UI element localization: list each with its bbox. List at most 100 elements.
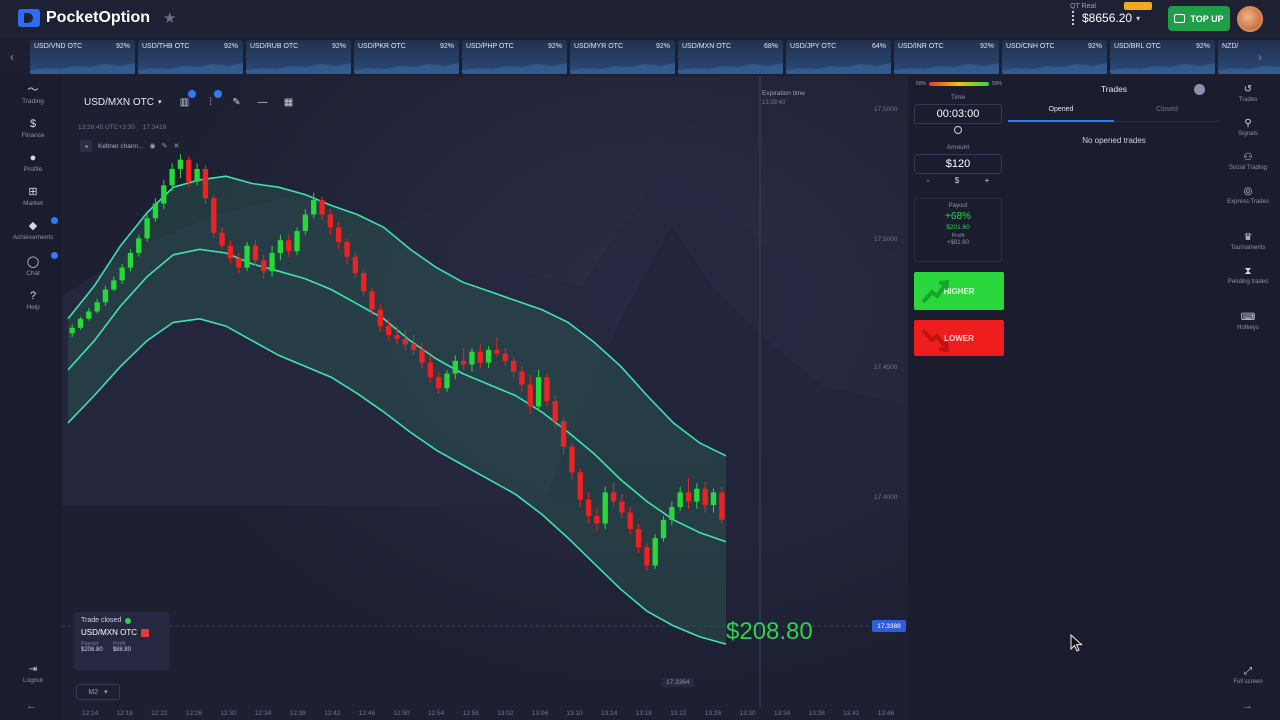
avatar[interactable] [1237,6,1263,32]
amount-value: $120 [945,158,971,170]
asset-sparkline [354,63,459,74]
close-icon[interactable]: ✕ [174,142,180,150]
indicator-row: ◂ Keltner chann... ◉ ✎ ✕ [80,140,179,152]
collapse-arrow-icon[interactable]: ← [26,700,37,712]
asset-tile[interactable]: USD/THB OTC 92% [138,40,243,74]
edit-icon[interactable]: ✎ [162,142,168,150]
asset-payout: 92% [331,43,346,50]
asset-tile[interactable]: USD/BRL OTC 92% [1110,40,1215,74]
bear-candle [419,349,425,363]
chart-type-button[interactable]: ▥ [176,90,196,111]
trade-closed-card[interactable]: Trade closed USD/MXN OTC Payout $208.80 … [74,612,170,670]
fullscreen-button[interactable]: ⤢ Full screen [1220,666,1276,685]
amount-currency-button[interactable]: $ [955,176,959,188]
asset-tile[interactable]: USD/MYR OTC 92% [570,40,675,74]
clock-icon[interactable] [954,126,962,134]
asset-tile[interactable]: USD/INR OTC 92% [894,40,999,74]
nav-item-market[interactable]: ⊞ Market [0,186,66,207]
bull-candle [144,218,150,239]
bear-candle [336,227,342,242]
bear-candle [219,232,225,246]
notification-badge [187,90,196,98]
server-time: 13:26:45 UTC+3:30 [78,124,135,131]
chart-area[interactable]: USD/MXN OTC ▾ ▥ ⫶ ✎ — ▦ 13:26:45 UTC+3:3 [62,76,908,720]
topup-label: TOP UP [1190,13,1224,24]
bull-candle [94,302,100,312]
right-nav-pending-trades[interactable]: ⧗ Pending trades [1220,266,1276,286]
tab-opened[interactable]: Opened [1008,106,1114,122]
asset-tile[interactable]: USD/VND OTC 92% [30,40,135,74]
asset-payout: 68% [763,43,778,50]
bull-candle [77,318,84,328]
time-field[interactable]: 00:03:00 [914,104,1002,124]
time-tick: 13:02 [497,710,514,717]
expiration-label: Expiration time [762,90,805,97]
amount-minus-button[interactable]: - [927,176,930,188]
asset-tile[interactable]: USD/CNH OTC 92% [1002,40,1107,74]
time-tick: 12:34 [255,710,272,717]
bear-candle [427,362,433,378]
time-value: 00:03:00 [936,108,980,120]
favorite-star-icon[interactable]: ★ [163,9,176,27]
bull-candle [69,327,75,334]
collapse-icon[interactable]: ◂ [80,140,92,152]
pair-selector[interactable]: USD/MXN OTC ▾ [78,95,168,110]
current-price-tag: 17.3388 [872,620,906,632]
chevron-right-icon[interactable]: › [1258,50,1262,64]
nav-label: Profile [23,166,43,173]
amount-field[interactable]: $120 [914,154,1002,174]
settings-icon[interactable] [1194,84,1205,95]
drawing-button[interactable]: ✎ [228,93,246,111]
right-nav-tournaments[interactable]: ♛ Tournaments [1220,232,1276,252]
tab-closed[interactable]: Closed [1114,106,1220,122]
topup-button[interactable]: TOP UP [1168,6,1230,31]
asset-sparkline [246,63,351,74]
right-nav-express-trades[interactable]: ◎ Express Trades [1220,186,1276,206]
right-nav-signals[interactable]: ⚲ Signals [1220,118,1276,138]
asset-payout: 92% [439,43,454,50]
asset-tile[interactable]: NZD/ [1218,40,1280,74]
asset-tile[interactable]: USD/RUB OTC 92% [246,40,351,74]
timeframe-select[interactable]: M2 ▾ [76,684,120,700]
higher-button[interactable]: HIGHER [914,272,1004,310]
nav-label: Market [23,200,43,207]
lower-button[interactable]: LOWER [914,320,1004,356]
asset-tile[interactable]: USD/MXN OTC 68% [678,40,783,74]
line-tool-button[interactable]: — [254,93,272,111]
right-nav-social-trading[interactable]: ⚇ Social Trading [1220,152,1276,172]
amount-plus-button[interactable]: + [985,176,990,188]
bull-candle [152,203,159,219]
right-nav-hotkeys[interactable]: ⌨ Hotkeys [1220,312,1276,332]
bull-candle [652,538,658,566]
visibility-icon[interactable]: ◉ [150,142,156,150]
right-nav-trades[interactable]: ↺ Trades [1220,84,1276,104]
asset-tile[interactable]: USD/JPY OTC 64% [786,40,891,74]
asset-name: USD/THB OTC [142,43,190,50]
bear-candle [319,199,325,215]
asset-name: USD/RUB OTC [250,43,299,50]
time-tick: 13:26 [704,710,722,717]
pencil-icon: ✎ [232,96,241,108]
logout-button[interactable]: ⇥ Logout [0,664,66,684]
nav-item-chat[interactable]: ◯ Chat [0,256,66,277]
asset-tile[interactable]: USD/PKR OTC 92% [354,40,459,74]
bear-candle [552,401,558,422]
layout-button[interactable]: ▦ [280,93,298,111]
nav-item-finance[interactable]: $ Finance [0,118,66,139]
nav-item-help[interactable]: ? Help [0,290,66,311]
asset-name: NZD/ [1222,43,1239,50]
time-tick: 13:46 [877,710,895,717]
sentiment-right: 50% [991,81,1002,87]
indicators-button[interactable]: ⫶ [202,90,222,111]
nav-item-trading[interactable]: 〜 Trading [0,84,66,105]
nav-item-profile[interactable]: ● Profile [0,152,66,173]
asset-tile[interactable]: USD/PHP OTC 92% [462,40,567,74]
trades-title: Trades [1100,84,1128,94]
time-tick: 13:06 [531,710,549,717]
bear-candle [377,309,384,327]
asset-sparkline [30,63,135,74]
balance-selector[interactable]: $8656.20 ▾ [1072,11,1140,25]
chevron-left-icon[interactable]: ‹ [10,50,14,64]
arrow-right-icon[interactable]: → [1242,700,1253,712]
logo[interactable]: PocketOption [18,8,150,28]
